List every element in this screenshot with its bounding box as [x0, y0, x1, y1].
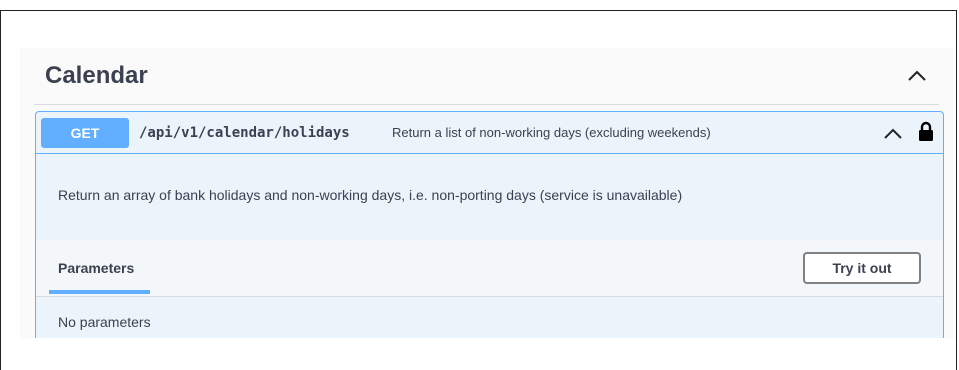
- no-parameters-text: No parameters: [58, 314, 151, 330]
- chevron-up-icon[interactable]: [882, 123, 904, 143]
- calendar-section: Calendar GET /api/v1/calendar/holidays R…: [20, 48, 955, 338]
- operation-summary-text: Return a list of non-working days (exclu…: [392, 125, 711, 140]
- section-header[interactable]: Calendar: [34, 48, 939, 105]
- tab-active-indicator: [49, 290, 150, 294]
- operation-description: Return an array of bank holidays and non…: [58, 187, 683, 203]
- tab-parameters[interactable]: Parameters: [58, 260, 134, 276]
- chevron-up-icon[interactable]: [905, 66, 929, 86]
- operation-summary[interactable]: GET /api/v1/calendar/holidays Return a l…: [36, 112, 943, 154]
- try-it-out-button[interactable]: Try it out: [803, 252, 921, 284]
- operation-block: GET /api/v1/calendar/holidays Return a l…: [35, 111, 944, 338]
- endpoint-path: /api/v1/calendar/holidays: [139, 125, 350, 141]
- method-badge: GET: [41, 118, 129, 148]
- parameters-header: Parameters Try it out: [36, 240, 943, 297]
- section-title[interactable]: Calendar: [45, 62, 148, 90]
- lock-icon[interactable]: [916, 120, 936, 142]
